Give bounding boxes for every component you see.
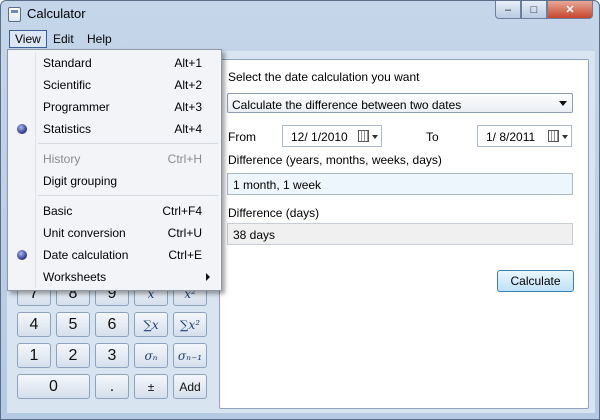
radio-selected-icon — [17, 250, 27, 260]
view-menu-dropdown: Standard Alt+1 Scientific Alt+2 Programm… — [7, 49, 222, 291]
calendar-icon[interactable] — [358, 130, 369, 142]
menu-item-label: Standard — [43, 56, 92, 70]
menu-item-shortcut: Ctrl+H — [167, 152, 202, 166]
title-bar[interactable]: Calculator – □ ✕ — [1, 1, 599, 27]
menu-item-label: Basic — [43, 204, 73, 218]
menu-item-label: Programmer — [43, 100, 110, 114]
menu-item-statistics[interactable]: Statistics Alt+4 — [10, 118, 219, 140]
menu-item-worksheets[interactable]: Worksheets — [10, 266, 219, 288]
calculation-mode-value: Calculate the difference between two dat… — [232, 98, 462, 112]
prompt-label: Select the date calculation you want — [228, 70, 420, 84]
menu-item-shortcut: Alt+3 — [174, 100, 202, 114]
date-calculation-panel: Select the date calculation you want Cal… — [219, 59, 589, 409]
menu-view[interactable]: View — [9, 30, 47, 48]
menu-item-scientific[interactable]: Scientific Alt+2 — [10, 74, 219, 96]
key-1[interactable]: 1 — [17, 343, 51, 368]
to-label: To — [426, 130, 439, 144]
to-date-picker[interactable]: 1/ 8/2011 — [477, 125, 572, 147]
minimize-button[interactable]: – — [495, 1, 521, 19]
chevron-down-icon — [372, 135, 378, 139]
menu-item-shortcut: Ctrl+E — [168, 248, 202, 262]
key-6[interactable]: 6 — [95, 312, 129, 337]
key-sum-x-squared[interactable]: ∑x² — [173, 312, 207, 337]
calculation-mode-select[interactable]: Calculate the difference between two dat… — [227, 93, 573, 113]
maximize-button[interactable]: □ — [521, 1, 547, 19]
radio-selected-icon — [17, 124, 27, 134]
menu-item-history: History Ctrl+H — [10, 148, 219, 170]
menu-bar: View Edit Help — [4, 29, 596, 49]
window-title: Calculator — [27, 6, 86, 21]
menu-item-digit-grouping[interactable]: Digit grouping — [10, 170, 219, 192]
key-decimal[interactable]: . — [95, 374, 129, 399]
menu-item-label: Unit conversion — [43, 226, 126, 240]
calculator-window: Calculator – □ ✕ View Edit Help 7 8 9 x … — [0, 0, 600, 420]
calculator-app-icon — [8, 7, 21, 22]
key-4[interactable]: 4 — [17, 312, 51, 337]
key-plus-minus[interactable]: ± — [134, 374, 168, 399]
menu-item-shortcut: Ctrl+U — [167, 226, 202, 240]
menu-item-date-calculation[interactable]: Date calculation Ctrl+E — [10, 244, 219, 266]
from-date-value: 12/ 1/2010 — [291, 130, 348, 144]
key-0[interactable]: 0 — [17, 374, 90, 399]
close-button[interactable]: ✕ — [547, 1, 593, 19]
key-sum-x-button[interactable]: ∑x — [134, 312, 168, 337]
menu-item-label: Date calculation — [43, 248, 129, 262]
key-add[interactable]: Add — [173, 374, 207, 399]
difference-days-value: 38 days — [233, 228, 276, 242]
chevron-right-icon — [206, 273, 210, 281]
calculate-button[interactable]: Calculate — [497, 270, 574, 292]
menu-item-programmer[interactable]: Programmer Alt+3 — [10, 96, 219, 118]
calendar-icon[interactable] — [548, 130, 559, 142]
to-date-value: 1/ 8/2011 — [486, 130, 536, 144]
menu-edit[interactable]: Edit — [48, 30, 79, 48]
from-label: From — [228, 130, 256, 144]
menu-separator — [38, 195, 218, 196]
menu-item-label: Digit grouping — [43, 174, 118, 188]
menu-item-standard[interactable]: Standard Alt+1 — [10, 52, 219, 74]
key-2[interactable]: 2 — [56, 343, 90, 368]
key-sigma-n-1[interactable]: σₙ₋₁ — [173, 343, 207, 368]
menu-item-label: Scientific — [43, 78, 92, 92]
key-3[interactable]: 3 — [95, 343, 129, 368]
chevron-down-icon — [562, 135, 568, 139]
menu-item-label: Statistics — [43, 122, 92, 136]
menu-item-basic[interactable]: Basic Ctrl+F4 — [10, 200, 219, 222]
difference-output: 1 month, 1 week — [227, 173, 573, 195]
menu-item-label: Worksheets — [43, 270, 107, 284]
menu-item-label: History — [43, 152, 81, 166]
menu-item-shortcut: Alt+1 — [174, 56, 202, 70]
difference-value: 1 month, 1 week — [233, 178, 322, 192]
key-sigma-n[interactable]: σₙ — [134, 343, 168, 368]
menu-item-unit-conversion[interactable]: Unit conversion Ctrl+U — [10, 222, 219, 244]
key-5[interactable]: 5 — [56, 312, 90, 337]
menu-separator — [38, 143, 218, 144]
difference-label: Difference (years, months, weeks, days) — [228, 153, 442, 167]
difference-days-output: 38 days — [227, 223, 573, 245]
menu-item-shortcut: Alt+2 — [174, 78, 202, 92]
difference-days-label: Difference (days) — [228, 206, 320, 220]
menu-help[interactable]: Help — [82, 30, 117, 48]
chevron-down-icon — [559, 101, 567, 106]
menu-item-shortcut: Alt+4 — [174, 122, 202, 136]
menu-item-shortcut: Ctrl+F4 — [162, 204, 202, 218]
window-controls: – □ ✕ — [495, 1, 593, 21]
from-date-picker[interactable]: 12/ 1/2010 — [282, 125, 382, 147]
